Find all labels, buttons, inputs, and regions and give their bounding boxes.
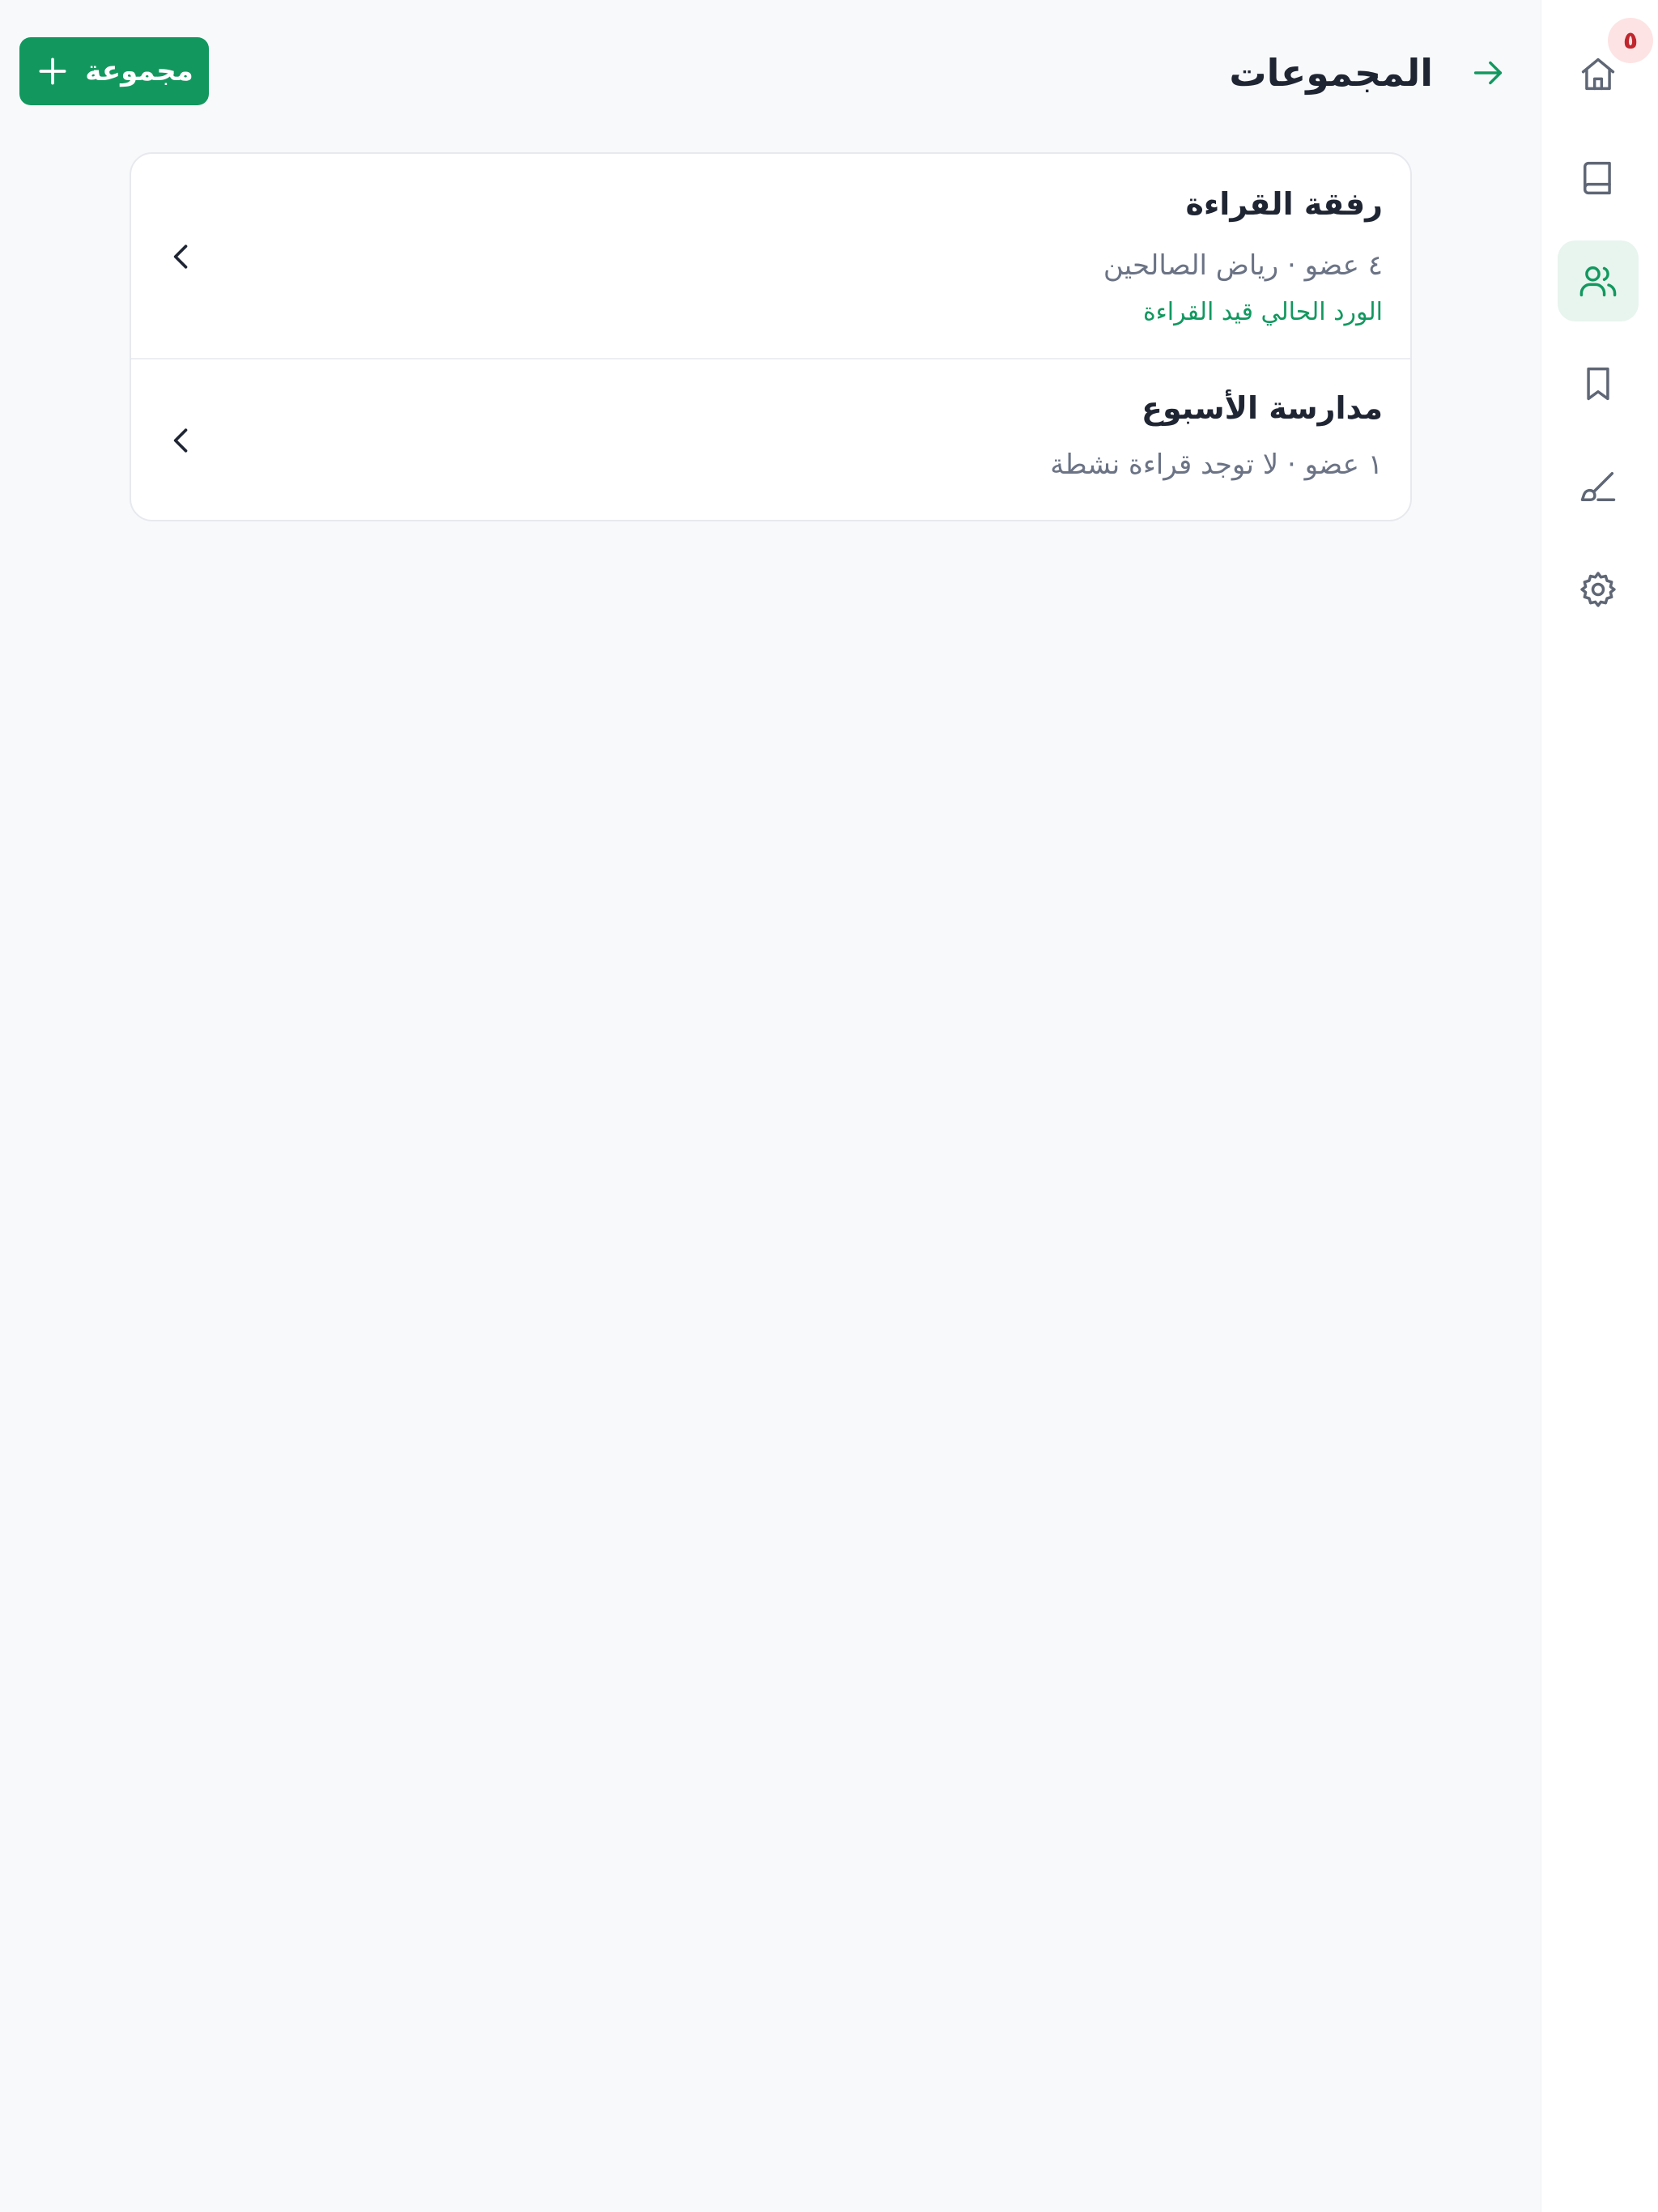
arrow-right-icon: [1473, 61, 1503, 85]
group-status: الورد الحالي قيد القراءة: [1142, 298, 1383, 326]
home-icon: [1581, 57, 1615, 91]
add-group-label: مجموعة: [85, 55, 193, 87]
sidebar: ٥: [1541, 0, 1658, 2212]
sidebar-item-groups[interactable]: [1558, 240, 1639, 321]
group-meta: ٤ عضو · رياض الصالحين: [1103, 249, 1383, 282]
back-button[interactable]: [1464, 49, 1512, 97]
add-group-button[interactable]: مجموعة: [19, 37, 209, 105]
group-row[interactable]: رفقة القراءة ٤ عضو · رياض الصالحين الورد…: [131, 154, 1410, 359]
book-icon: [1584, 161, 1611, 195]
sidebar-item-writing[interactable]: [1558, 446, 1639, 527]
notification-badge: ٥: [1608, 18, 1653, 63]
group-row[interactable]: مدارسة الأسبوع ١ عضو · لا توجد قراءة نشط…: [131, 359, 1410, 520]
sidebar-item-bookmarks[interactable]: [1558, 343, 1639, 424]
users-icon: [1579, 266, 1617, 297]
pen-icon: [1580, 472, 1616, 501]
sidebar-item-settings[interactable]: [1558, 549, 1639, 630]
group-name: مدارسة الأسبوع: [1141, 390, 1383, 426]
app-root: ٥ المجموعات مجموعة رفقة القراءة ٤ عضو · …: [0, 0, 1658, 2212]
chevron-left-icon: [173, 245, 188, 269]
plus-icon: [39, 57, 66, 85]
group-meta: ١ عضو · لا توجد قراءة نشطة: [1050, 449, 1383, 481]
groups-list: رفقة القراءة ٤ عضو · رياض الصالحين الورد…: [130, 152, 1412, 521]
page-title: المجموعات: [1229, 51, 1433, 95]
sidebar-item-book[interactable]: [1558, 138, 1639, 219]
bookmark-icon: [1587, 367, 1609, 401]
gear-icon: [1580, 572, 1616, 607]
group-name: رفقة القراءة: [1185, 186, 1383, 222]
chevron-left-icon: [173, 428, 188, 453]
